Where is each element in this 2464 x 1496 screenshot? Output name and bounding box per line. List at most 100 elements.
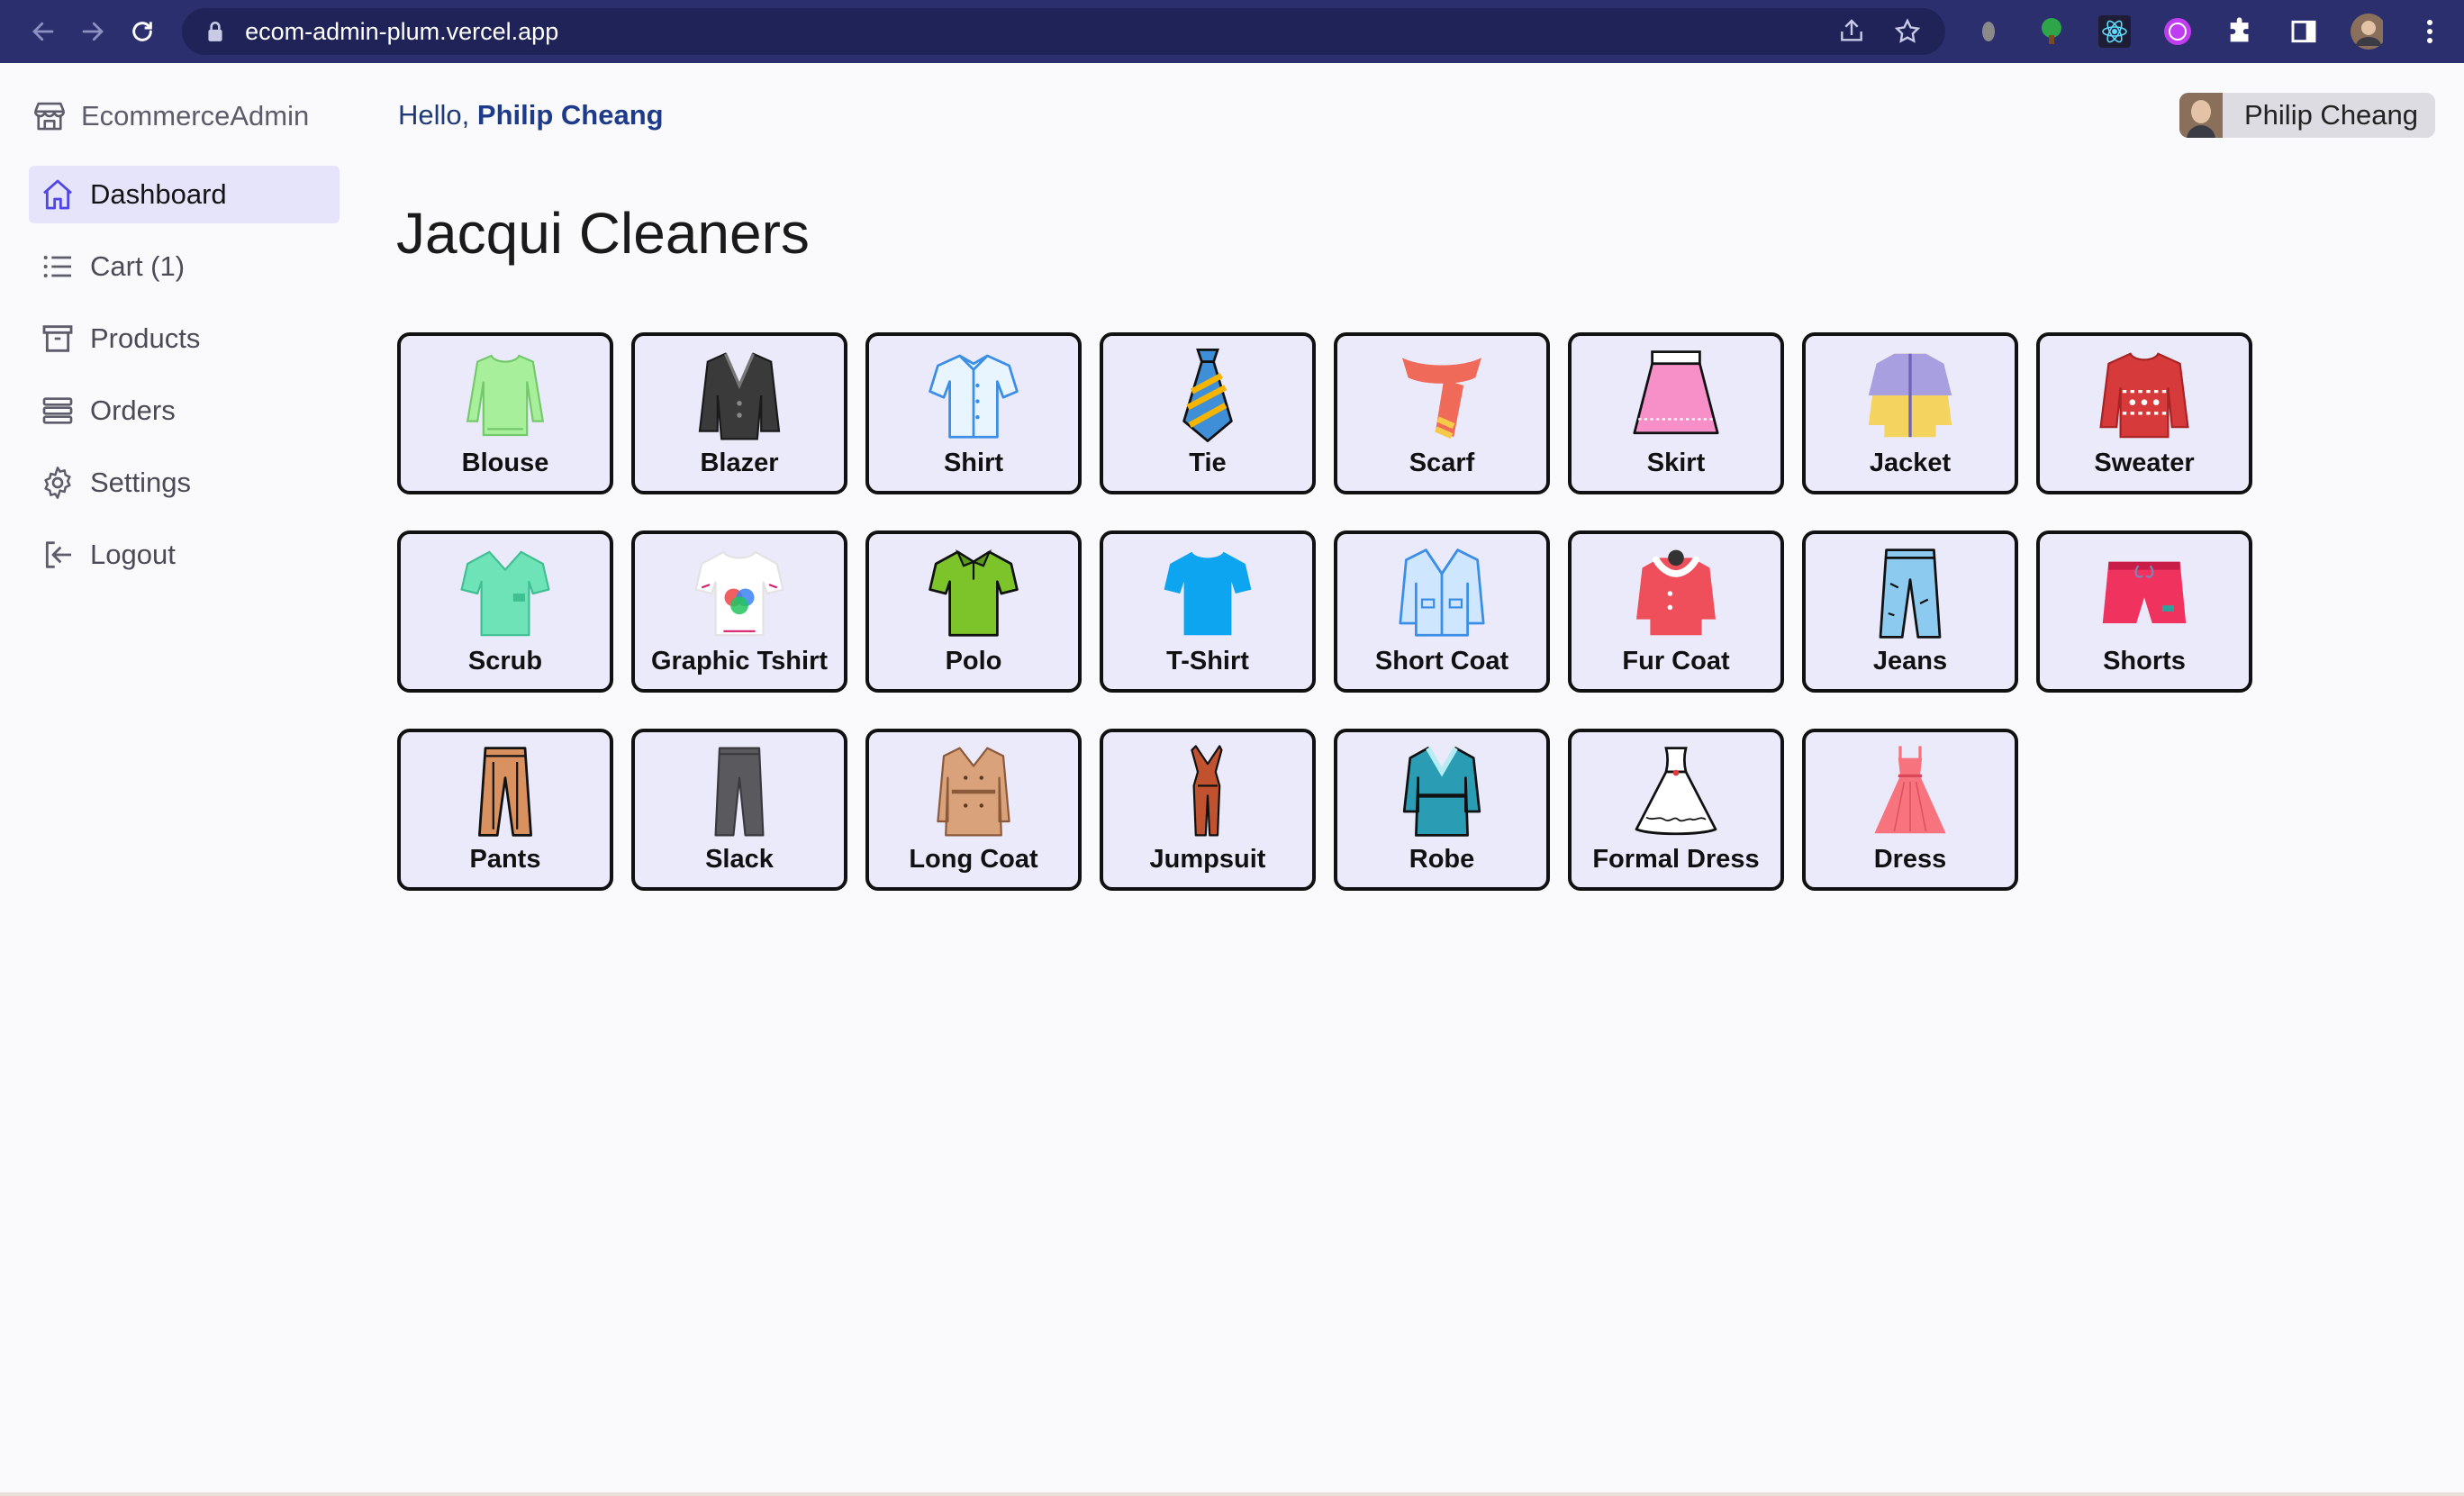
sidebar-item-logout[interactable]: Logout [29, 526, 340, 584]
user-chip-name: Philip Cheang [2244, 99, 2419, 131]
dress-icon [1874, 746, 1946, 834]
graphic-tshirt-icon [694, 550, 784, 637]
sidebar-item-cart[interactable]: Cart (1) [29, 238, 340, 295]
star-icon[interactable] [1893, 17, 1922, 46]
sidebar-item-label: Orders [90, 394, 176, 426]
product-tile-long-coat[interactable]: Long Coat [865, 729, 1082, 891]
product-label: Polo [945, 647, 1002, 675]
product-tile-robe[interactable]: Robe [1334, 729, 1550, 891]
sidebar: EcommerceAdmin Dashboard Cart (1) Produc… [0, 63, 378, 1496]
product-label: Slack [705, 845, 774, 874]
product-tile-skirt[interactable]: Skirt [1568, 332, 1784, 494]
extension-tree-icon[interactable] [2035, 15, 2068, 48]
product-grid: Blouse Blazer Shirt Tie Scarf Skirt Jack… [397, 332, 2252, 891]
product-tile-jumpsuit[interactable]: Jumpsuit [1100, 729, 1316, 891]
lock-icon [208, 21, 222, 41]
product-tile-formal-dress[interactable]: Formal Dress [1568, 729, 1784, 891]
user-chip[interactable]: Philip Cheang [2179, 93, 2435, 138]
address-bar[interactable]: ecom-admin-plum.vercel.app [182, 8, 1945, 55]
product-label: Tie [1189, 449, 1227, 477]
product-label: Shorts [2103, 647, 2186, 675]
scrub-icon [460, 550, 550, 637]
sidebar-item-label: Settings [90, 467, 192, 498]
product-tile-blazer[interactable]: Blazer [631, 332, 847, 494]
fur-coat-icon [1636, 549, 1716, 636]
avatar [2179, 93, 2223, 138]
sidebar-item-products[interactable]: Products [29, 310, 340, 367]
product-tile-graphic-tshirt[interactable]: Graphic Tshirt [631, 530, 847, 693]
store-icon [33, 102, 66, 131]
product-label: Graphic Tshirt [650, 647, 829, 675]
product-tile-blouse[interactable]: Blouse [397, 332, 613, 494]
product-tile-scrub[interactable]: Scrub [397, 530, 613, 693]
product-label: Robe [1409, 845, 1475, 874]
greeting-text: Hello, [398, 99, 470, 131]
home-icon [43, 179, 72, 210]
browser-toolbar: ecom-admin-plum.vercel.app [0, 0, 2464, 63]
product-label: Formal Dress [1592, 845, 1760, 874]
robe-icon [1402, 747, 1481, 837]
brand-name: EcommerceAdmin [81, 100, 310, 131]
gear-icon [44, 467, 71, 499]
brand[interactable]: EcommerceAdmin [31, 97, 309, 135]
side-panel-icon[interactable] [2287, 15, 2320, 48]
tshirt-icon [1164, 551, 1252, 636]
back-button[interactable] [18, 6, 68, 57]
product-label: Shirt [943, 449, 1004, 477]
product-tile-dress[interactable]: Dress [1802, 729, 2018, 891]
extensions-puzzle-icon[interactable] [2224, 15, 2257, 48]
pants-icon [478, 747, 532, 837]
product-tile-jeans[interactable]: Jeans [1802, 530, 2018, 693]
product-tile-slack[interactable]: Slack [631, 729, 847, 891]
sidebar-item-settings[interactable]: Settings [29, 454, 340, 512]
sidebar-item-label: Dashboard [90, 178, 227, 210]
product-tile-fur-coat[interactable]: Fur Coat [1568, 530, 1784, 693]
arrow-left-icon [32, 22, 54, 41]
extension-dot-icon[interactable] [1972, 15, 2005, 48]
sidebar-item-label: Logout [90, 539, 176, 570]
product-label: Scrub [467, 647, 543, 675]
reload-button[interactable] [118, 6, 168, 57]
product-tile-short-coat[interactable]: Short Coat [1334, 530, 1550, 693]
blouse-icon [466, 354, 545, 437]
arrow-right-icon [82, 22, 104, 41]
reload-icon [132, 22, 153, 41]
formal-dress-icon [1635, 747, 1717, 836]
product-tile-shirt[interactable]: Shirt [865, 332, 1082, 494]
product-label: Dress [1873, 845, 1947, 874]
share-icon[interactable] [1837, 17, 1866, 46]
product-tile-scarf[interactable]: Scarf [1334, 332, 1550, 494]
sidebar-item-orders[interactable]: Orders [29, 382, 340, 440]
product-label: Skirt [1646, 449, 1706, 477]
url-text: ecom-admin-plum.vercel.app [245, 17, 559, 45]
product-tile-polo[interactable]: Polo [865, 530, 1082, 693]
product-label: Blazer [700, 449, 779, 477]
product-label: Scarf [1409, 449, 1475, 477]
product-label: Long Coat [909, 845, 1038, 874]
product-tile-jacket[interactable]: Jacket [1802, 332, 2018, 494]
product-tile-sweater[interactable]: Sweater [2036, 332, 2252, 494]
product-label: Jumpsuit [1149, 845, 1266, 874]
tie-icon [1182, 349, 1233, 442]
stack-icon [42, 397, 73, 424]
product-tile-tshirt[interactable]: T-Shirt [1100, 530, 1316, 693]
product-label: Blouse [461, 449, 549, 477]
product-tile-pants[interactable]: Pants [397, 729, 613, 891]
skirt-icon [1633, 350, 1719, 435]
jeans-icon [1879, 549, 1942, 639]
product-tile-shorts[interactable]: Shorts [2036, 530, 2252, 693]
product-label: Fur Coat [1622, 647, 1730, 675]
react-devtools-icon[interactable] [2098, 15, 2131, 48]
product-label: T-Shirt [1166, 647, 1249, 675]
profile-avatar-icon[interactable] [2351, 14, 2383, 50]
menu-kebab-icon[interactable] [2414, 15, 2446, 48]
jumpsuit-icon [1191, 745, 1223, 837]
polo-icon [929, 549, 1019, 637]
shirt-icon [929, 354, 1019, 439]
sidebar-item-dashboard[interactable]: Dashboard [29, 166, 340, 223]
product-tile-tie[interactable]: Tie [1100, 332, 1316, 494]
jacket-icon [1868, 353, 1952, 438]
logout-icon [45, 541, 71, 568]
extension-globe-icon[interactable] [2161, 15, 2194, 48]
forward-button[interactable] [68, 6, 117, 57]
